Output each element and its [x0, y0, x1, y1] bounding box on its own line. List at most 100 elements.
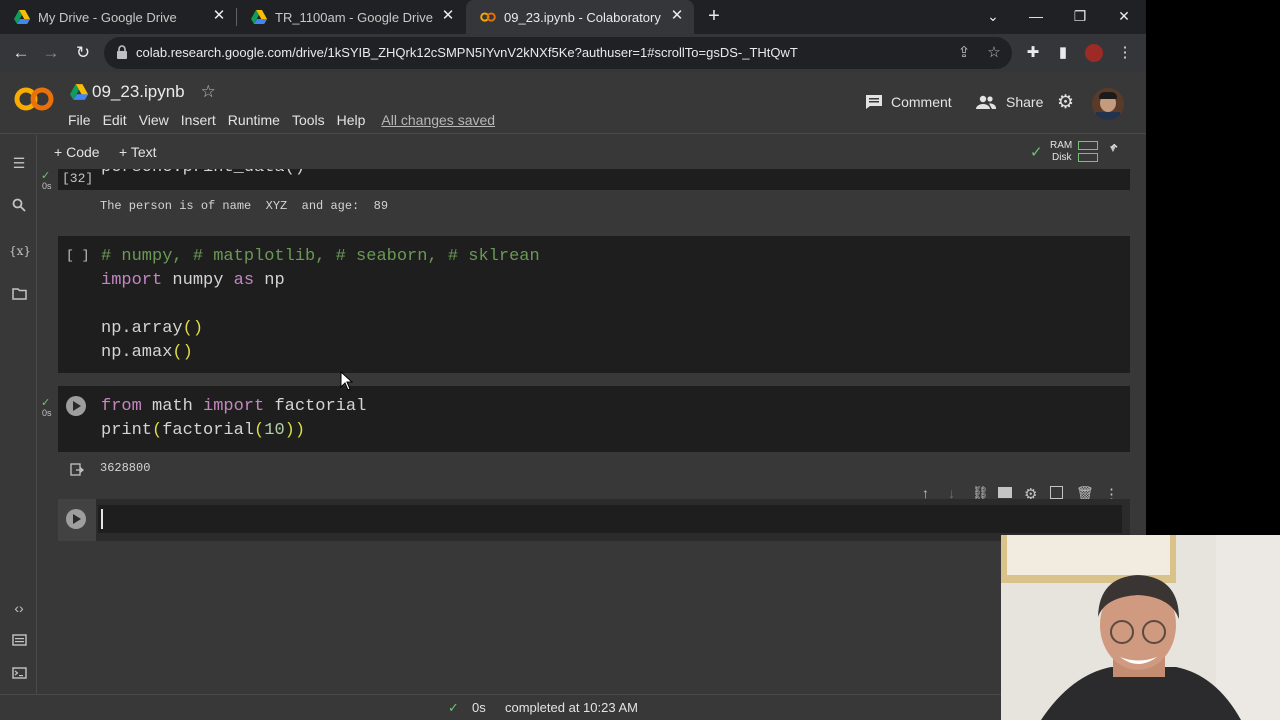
folder-icon[interactable]: [9, 285, 29, 305]
code-editor[interactable]: # numpy, # matplotlib, # seaborn, # sklr…: [101, 245, 540, 365]
restore-button[interactable]: ❐: [1068, 5, 1092, 27]
left-rail: ☰ {x} ‹›: [0, 135, 37, 694]
output-actions-icon[interactable]: [70, 463, 84, 477]
tab-title: TR_1100am - Google Drive: [275, 9, 433, 25]
connected-check-icon: ✓: [1030, 144, 1043, 161]
tab-title: 09_23.ipynb - Colaboratory: [504, 9, 661, 25]
notebook-area: persone.print_data() ✓ 0s [32] The perso…: [38, 169, 1146, 694]
add-code-button[interactable]: + Code: [54, 144, 100, 160]
share-page-icon[interactable]: ⇪: [954, 43, 974, 63]
reload-button[interactable]: ↻: [72, 42, 94, 64]
add-code-label: Code: [66, 144, 100, 160]
code-line: np.amax(): [101, 343, 193, 362]
run-cell-button[interactable]: [66, 396, 86, 416]
menu-view[interactable]: View: [139, 112, 169, 128]
resource-indicator[interactable]: ✓ RAM Disk ▼: [1028, 139, 1118, 165]
code-line: persone.print_data(): [101, 169, 305, 180]
code-cell[interactable]: from math import factorial print(factoria…: [58, 386, 1130, 452]
tab-title: My Drive - Google Drive: [38, 9, 177, 25]
code-editor[interactable]: from math import factorial print(factoria…: [101, 395, 366, 443]
cell-output: 3628800: [100, 461, 151, 475]
variables-icon[interactable]: {x}: [9, 241, 31, 261]
code-line: import numpy as np: [101, 271, 285, 290]
forward-button[interactable]: →: [40, 42, 62, 64]
run-cell-button[interactable]: [66, 509, 86, 529]
ram-label: RAM: [1050, 140, 1073, 151]
people-icon: [976, 95, 996, 109]
collapse-chevron-icon[interactable]: ⌃: [1108, 141, 1121, 159]
url-text: colab.research.google.com/drive/1kSYIB_Z…: [136, 45, 798, 60]
side-panel-icon[interactable]: ▮: [1052, 42, 1074, 64]
code-cell[interactable]: [58, 499, 1130, 541]
close-icon[interactable]: ✕: [670, 8, 684, 23]
menu-file[interactable]: File: [68, 112, 91, 128]
menu-help[interactable]: Help: [337, 112, 366, 128]
new-tab-button[interactable]: +: [704, 6, 724, 26]
browser-tab-strip: My Drive - Google Drive ✕ TR_1100am - Go…: [0, 0, 1146, 34]
webcam-video: [1001, 535, 1280, 720]
code-line: from math import factorial: [101, 397, 367, 416]
tab-search-icon[interactable]: ⌄: [981, 5, 1005, 27]
table-of-contents-icon[interactable]: ☰: [9, 153, 29, 173]
notebook-title[interactable]: 09_23.ipynb: [92, 82, 185, 102]
search-icon[interactable]: [9, 197, 29, 217]
status-bar: ✓ 0s completed at 10:23 AM: [0, 694, 1001, 720]
status-time: 0s: [472, 700, 486, 715]
star-icon[interactable]: ☆: [201, 82, 216, 102]
share-button[interactable]: Share: [976, 94, 1043, 110]
extensions-icon[interactable]: ✚: [1022, 42, 1044, 64]
status-check-icon: ✓: [448, 700, 459, 715]
menu-runtime[interactable]: Runtime: [228, 112, 280, 128]
comment-label: Comment: [891, 94, 952, 110]
comment-cell-icon[interactable]: [998, 487, 1012, 498]
close-icon[interactable]: ✕: [441, 8, 455, 23]
tab-colaboratory[interactable]: 09_23.ipynb - Colaboratory ✕: [466, 0, 694, 34]
close-icon[interactable]: ✕: [212, 8, 226, 23]
minimize-button[interactable]: —: [1024, 5, 1048, 27]
cell-output: The person is of name XYZ and age: 89: [100, 199, 389, 213]
avatar[interactable]: [1092, 88, 1124, 120]
menu-edit[interactable]: Edit: [103, 112, 127, 128]
execution-count: [ ]: [66, 248, 90, 263]
mouse-pointer-icon: [340, 371, 354, 391]
disk-bar: [1078, 153, 1098, 162]
disk-label: Disk: [1052, 152, 1072, 163]
browser-toolbar: ← → ↻ colab.research.google.com/drive/1k…: [0, 34, 1146, 72]
colab-header: 09_23.ipynb ☆ File Edit View Insert Runt…: [0, 72, 1146, 134]
browser-menu-icon[interactable]: ⋮: [1114, 42, 1136, 64]
share-label: Share: [1006, 94, 1044, 110]
tab-tr-1100am[interactable]: TR_1100am - Google Drive ✕: [237, 0, 465, 34]
back-button[interactable]: ←: [10, 42, 32, 64]
code-line: # numpy, # matplotlib, # seaborn, # sklr…: [101, 247, 540, 266]
google-drive-icon: [70, 84, 88, 100]
code-snippets-icon[interactable]: ‹›: [9, 598, 29, 618]
settings-gear-icon[interactable]: ⚙: [1057, 91, 1074, 114]
code-line: np.array(): [101, 319, 204, 338]
window-close-button[interactable]: ✕: [1112, 5, 1136, 27]
menu-tools[interactable]: Tools: [292, 112, 325, 128]
execution-time: 0s: [42, 408, 52, 418]
code-line: print(factorial(10)): [101, 421, 306, 440]
bookmark-star-icon[interactable]: ☆: [984, 43, 1004, 63]
status-text[interactable]: completed at 10:23 AM: [505, 700, 638, 715]
google-drive-icon: [251, 10, 267, 24]
menu-insert[interactable]: Insert: [181, 112, 216, 128]
code-editor[interactable]: [98, 505, 1122, 533]
save-status[interactable]: All changes saved: [381, 112, 495, 128]
colab-logo-icon: [480, 12, 496, 22]
address-bar[interactable]: colab.research.google.com/drive/1kSYIB_Z…: [104, 37, 1012, 69]
execution-count: [32]: [62, 171, 94, 186]
tab-my-drive[interactable]: My Drive - Google Drive ✕: [0, 0, 236, 34]
add-text-button[interactable]: + Text: [119, 144, 157, 160]
black-overlay: [1146, 0, 1280, 535]
ram-bar: [1078, 141, 1098, 150]
code-cell[interactable]: [ ] # numpy, # matplotlib, # seaborn, # …: [58, 236, 1130, 373]
code-cell[interactable]: persone.print_data(): [58, 169, 1130, 190]
mirror-cell-icon[interactable]: [1050, 486, 1063, 499]
command-palette-icon[interactable]: [9, 631, 29, 651]
lock-icon: [117, 45, 127, 59]
comment-button[interactable]: Comment: [865, 94, 952, 110]
profile-icon[interactable]: [1083, 42, 1105, 64]
colab-logo-icon[interactable]: [14, 86, 54, 112]
terminal-icon[interactable]: [9, 664, 29, 684]
